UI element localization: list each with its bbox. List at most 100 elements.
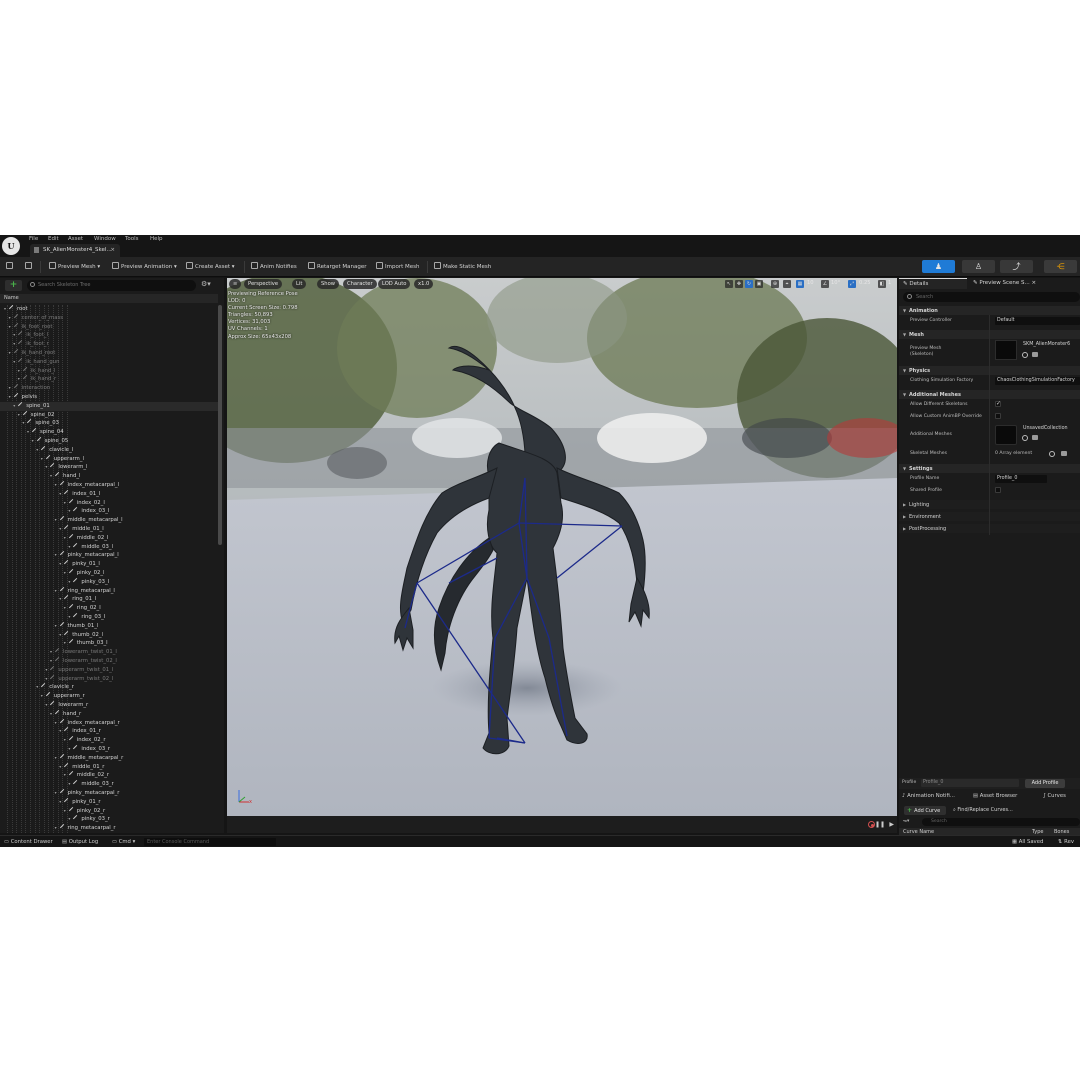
expand-arrow-icon[interactable]: ▾ (27, 428, 32, 437)
cmd-dropdown[interactable]: ▭ Cmd ▾ (112, 838, 135, 847)
tree-row[interactable]: ▾ ring_02_l (0, 604, 218, 613)
tree-row[interactable]: ▾ middle_01_r (0, 762, 218, 772)
expand-arrow-icon[interactable]: ▾ (9, 384, 14, 393)
additional-meshes-picker[interactable]: UnsavedCollection (1021, 425, 1080, 433)
tree-row[interactable]: ▾ index_01_r (0, 727, 218, 736)
tree-row[interactable]: ▾ upperarm_l (0, 454, 218, 464)
playback-speed-button[interactable]: x1.0 (414, 279, 434, 289)
tree-row[interactable]: ▾ hand_r (0, 709, 218, 719)
expand-arrow-icon[interactable]: ▾ (9, 393, 14, 402)
use-selected-icon[interactable] (1022, 435, 1028, 441)
skeleton-mode-button[interactable]: ♟ (922, 260, 955, 273)
expand-arrow-icon[interactable]: ▾ (45, 701, 50, 710)
preview-animation-button[interactable]: Preview Animation ▾ (112, 261, 177, 273)
angle-snap-icon[interactable]: ∠ (821, 280, 829, 288)
tree-scrollbar[interactable] (218, 305, 222, 545)
menu-asset[interactable]: Asset (68, 236, 83, 242)
close-icon[interactable]: × (110, 244, 115, 257)
expand-arrow-icon[interactable]: ▾ (32, 437, 37, 446)
tree-row[interactable]: ▾ upperarm_twist_02_l (0, 674, 218, 684)
tree-row[interactable]: ▾ spine_02 (0, 410, 218, 420)
tree-row[interactable]: ▾ ring_metacarpal_r (0, 824, 218, 833)
browse-folder-icon[interactable] (1032, 352, 1038, 357)
tree-row[interactable]: ▾ middle_03_r (0, 780, 218, 789)
character-button[interactable]: Character (343, 279, 377, 289)
tree-row[interactable]: ▾ ring_metacarpal_l (0, 586, 218, 596)
viewport-menu-button[interactable]: ≡ (229, 279, 242, 289)
tree-row[interactable]: ▾ spine_03 (0, 419, 218, 428)
tree-row[interactable]: ▾ middle_03_l (0, 542, 218, 552)
tree-row[interactable]: ▾ ik_hand_root (0, 348, 218, 358)
expand-arrow-icon[interactable]: ▾ (55, 622, 60, 631)
create-asset-button[interactable]: Create Asset ▾ (186, 261, 235, 273)
tree-row[interactable]: ▾ index_02_r (0, 736, 218, 745)
world-space-icon[interactable]: ⊕ (771, 280, 779, 288)
expand-arrow-icon[interactable]: ▾ (36, 683, 41, 692)
expand-arrow-icon[interactable]: ▾ (45, 666, 50, 675)
tree-row[interactable]: ▾ index_03_l (0, 507, 218, 516)
tree-row[interactable]: ▾ spine_05 (0, 436, 218, 446)
tab-animation-notifies[interactable]: ♪ Animation Notifi... (902, 791, 955, 802)
clothing-factory-dropdown[interactable]: ChaosClothingSimulationFactory (995, 377, 1080, 385)
tree-row[interactable]: ▾ pelvis (0, 392, 218, 402)
gear-icon[interactable]: ⚙▾ (201, 280, 211, 288)
expand-arrow-icon[interactable]: ▾ (13, 358, 18, 367)
expand-arrow-icon[interactable]: ▾ (9, 323, 14, 332)
lod-button[interactable]: LOD Auto (378, 279, 411, 289)
use-selected-icon[interactable] (1022, 352, 1028, 358)
menu-window[interactable]: Window (94, 236, 116, 242)
browse-folder-icon[interactable] (1032, 435, 1038, 440)
skeleton-search-input[interactable]: Search Skeleton Tree (27, 280, 196, 291)
trash-icon[interactable] (1061, 451, 1067, 456)
tab-preview-scene-settings[interactable]: ✎ Preview Scene S... × (969, 278, 1049, 289)
retarget-manager-button[interactable]: Retarget Manager (308, 261, 367, 273)
grid-snap-value[interactable]: 10 (807, 280, 814, 286)
tree-row[interactable]: ▾ pinky_metacarpal_r (0, 788, 218, 798)
add-curve-button[interactable]: + Add Curve (904, 806, 946, 815)
tree-row[interactable]: ▾ thumb_03_l (0, 639, 218, 648)
output-log-button[interactable]: ▤ Output Log (62, 838, 98, 847)
expand-arrow-icon[interactable]: ▾ (64, 771, 69, 780)
expand-arrow-icon[interactable]: ▾ (9, 314, 14, 323)
tree-row[interactable]: ▾ thumb_02_l (0, 630, 218, 640)
expand-arrow-icon[interactable]: ▾ (41, 455, 46, 464)
select-icon[interactable]: ↖ (725, 280, 733, 288)
expand-arrow-icon[interactable]: ▾ (18, 411, 23, 420)
find-replace-curves-button[interactable]: ⌕ Find/Replace Curves... (953, 806, 1013, 815)
source-control-status[interactable]: ▦ All Saved (1012, 838, 1043, 847)
expand-arrow-icon[interactable]: ▾ (50, 710, 55, 719)
tree-row[interactable]: ▾ pinky_01_l (0, 560, 218, 569)
tree-row[interactable]: ▾ index_03_r (0, 744, 218, 754)
expand-arrow-icon[interactable]: ▾ (9, 349, 14, 358)
tree-row[interactable]: ▾ middle_01_l (0, 524, 218, 534)
expand-arrow-icon[interactable]: ▾ (55, 789, 60, 798)
tree-row[interactable]: ▾ lowerarm_twist_01_l (0, 648, 218, 657)
tree-row[interactable]: ▾ index_metacarpal_l (0, 480, 218, 490)
expand-arrow-icon[interactable]: ▾ (59, 525, 64, 534)
allow-custom-animbp-checkbox[interactable] (995, 413, 1001, 419)
expand-arrow-icon[interactable]: ▾ (55, 551, 60, 560)
tree-row[interactable]: ▾ hand_l (0, 472, 218, 481)
tree-row[interactable]: ▾ index_01_l (0, 489, 218, 499)
additional-meshes-thumbnail[interactable] (995, 425, 1017, 445)
pause-button[interactable]: ❚❚ (875, 821, 885, 828)
scale-snap-icon[interactable]: ⤢ (848, 280, 856, 288)
preview-controller-dropdown[interactable]: Default (995, 317, 1080, 325)
revision-control-button[interactable]: ⇅ Rev (1058, 838, 1074, 847)
tree-row[interactable]: ▾ spine_04 (0, 428, 218, 437)
add-socket-button[interactable]: + (5, 280, 22, 291)
expand-arrow-icon[interactable]: ▾ (68, 745, 73, 754)
show-button[interactable]: Show (317, 279, 339, 289)
translate-icon[interactable]: ✥ (735, 280, 743, 288)
preview-mesh-thumbnail[interactable] (995, 340, 1017, 360)
expand-arrow-icon[interactable]: ▾ (68, 507, 73, 516)
expand-arrow-icon[interactable]: ▾ (64, 499, 69, 508)
tree-row[interactable]: ▾ ik_foot_root (0, 322, 218, 332)
make-static-mesh-button[interactable]: Make Static Mesh (434, 261, 491, 273)
shared-profile-checkbox[interactable] (995, 487, 1001, 493)
expand-arrow-icon[interactable]: ▾ (68, 815, 73, 824)
expand-arrow-icon[interactable]: ▾ (41, 692, 46, 701)
tree-row[interactable]: ▾ lowerarm_l (0, 463, 218, 472)
expand-arrow-icon[interactable]: ▾ (55, 824, 60, 833)
expand-arrow-icon[interactable]: ▾ (68, 578, 73, 587)
